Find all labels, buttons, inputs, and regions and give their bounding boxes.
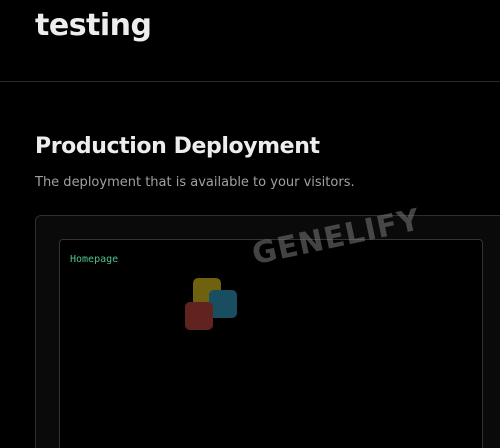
section-title: Production Deployment: [35, 134, 320, 159]
project-title: testing: [35, 8, 152, 43]
project-header: testing: [0, 0, 500, 82]
page: testing Production Deployment The deploy…: [0, 0, 500, 448]
preview-label: Homepage: [70, 254, 119, 265]
deployment-preview[interactable]: Homepage: [59, 239, 483, 448]
section-description: The deployment that is available to your…: [35, 175, 355, 190]
